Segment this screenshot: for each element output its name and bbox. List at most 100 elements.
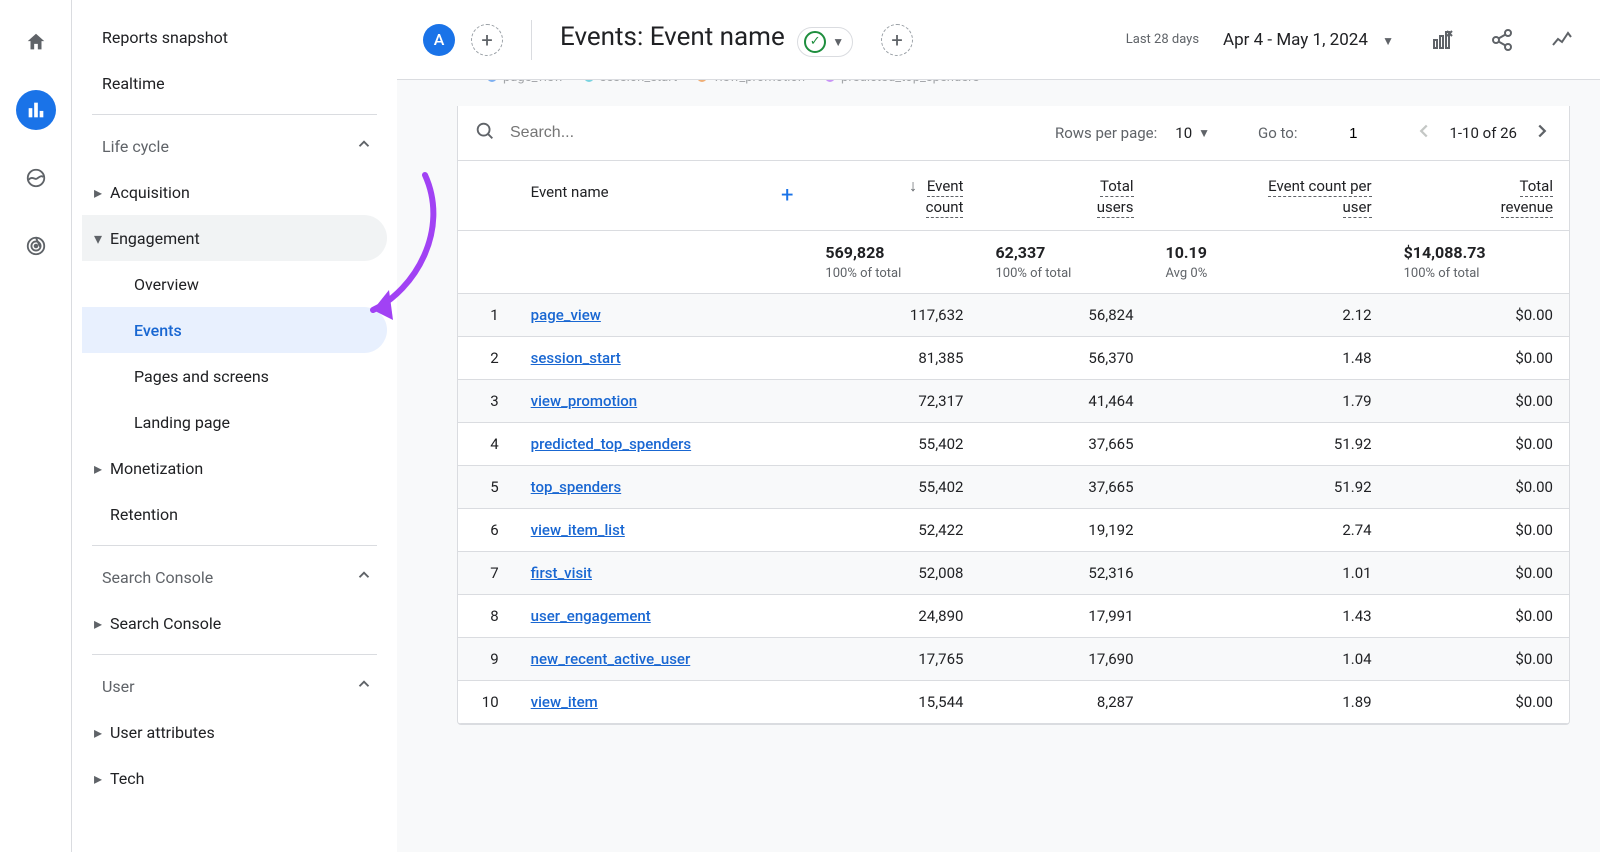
row-index: 7 (458, 552, 515, 595)
table-row: 7first_visit52,00852,3161.01$0.00 (458, 552, 1569, 595)
table-row: 6view_item_list52,42219,1922.74$0.00 (458, 509, 1569, 552)
row-value: 17,765 (809, 638, 979, 681)
row-value: 24,890 (809, 595, 979, 638)
caret-right-icon: ▸ (86, 769, 110, 788)
page-title: Events: Event name ✓ ▼ (560, 22, 853, 57)
nav-monetization[interactable]: ▸ Monetization (82, 445, 387, 491)
legend-item[interactable]: session_start (584, 80, 678, 85)
prev-page-button[interactable] (1413, 120, 1435, 146)
customize-report-icon[interactable] (1430, 28, 1454, 52)
legend-item[interactable]: predicted_top_spenders (825, 80, 979, 85)
advertising-icon[interactable] (16, 226, 56, 266)
nav-user-attributes[interactable]: ▸ User attributes (82, 709, 387, 755)
reports-icon[interactable] (16, 90, 56, 130)
insights-icon[interactable] (1550, 28, 1574, 52)
search-icon (474, 120, 496, 146)
totals-row: 569,828100% of total 62,337100% of total… (458, 231, 1569, 294)
table-row: 2session_start81,38556,3701.48$0.00 (458, 337, 1569, 380)
row-value: $0.00 (1388, 552, 1569, 595)
pager: 1-10 of 26 (1413, 120, 1553, 146)
title-status-pill[interactable]: ✓ ▼ (797, 27, 853, 57)
nav-engagement[interactable]: ▾ Engagement (82, 215, 387, 261)
home-icon[interactable] (16, 22, 56, 62)
sort-desc-icon: ↓ (909, 176, 917, 195)
caret-down-icon: ▾ (86, 229, 110, 248)
table-row: 9new_recent_active_user17,76517,6901.04$… (458, 638, 1569, 681)
nav-reports-snapshot[interactable]: Reports snapshot (82, 14, 387, 60)
caret-right-icon: ▸ (86, 614, 110, 633)
row-name: top_spenders (515, 466, 810, 509)
nav-section-lifecycle[interactable]: Life cycle (82, 123, 387, 169)
row-name: page_view (515, 294, 810, 337)
event-link[interactable]: new_recent_active_user (531, 650, 691, 668)
row-index: 6 (458, 509, 515, 552)
table-body: 1page_view117,63256,8242.12$0.002session… (458, 294, 1569, 724)
row-value: 37,665 (979, 423, 1149, 466)
nav-engagement-overview[interactable]: Overview (82, 261, 387, 307)
dimension-header[interactable]: Event name + (515, 161, 810, 231)
events-table: Event name + ↓ Eventcount Totalusers Eve… (458, 160, 1569, 724)
goto-input[interactable] (1311, 124, 1359, 143)
date-range-picker[interactable]: Apr 4 - May 1, 2024 ▼ (1223, 30, 1394, 50)
event-link[interactable]: top_spenders (531, 478, 622, 496)
nav-section-search-console[interactable]: Search Console (82, 554, 387, 600)
event-link[interactable]: first_visit (531, 564, 592, 582)
nav-search-console[interactable]: ▸ Search Console (82, 600, 387, 646)
legend-item[interactable]: page_view (487, 80, 564, 85)
row-value: 17,991 (979, 595, 1149, 638)
rows-per-page-select[interactable]: 10 ▼ (1171, 124, 1214, 142)
explore-icon[interactable] (16, 158, 56, 198)
chart-legend: page_view session_start view_promotion pred… (457, 80, 1570, 87)
caret-right-icon: ▸ (86, 723, 110, 742)
main: A + Events: Event name ✓ ▼ + Last 28 day… (397, 0, 1600, 852)
event-link[interactable]: view_promotion (531, 392, 637, 410)
nav-engagement-landing[interactable]: Landing page (82, 399, 387, 445)
check-circle-icon: ✓ (804, 31, 826, 53)
legend-dot-icon (584, 80, 594, 82)
chevron-down-icon: ▼ (832, 35, 844, 49)
event-link[interactable]: session_start (531, 349, 621, 367)
metric-header-total-users[interactable]: Totalusers (979, 161, 1149, 231)
legend-item[interactable]: view_promotion (697, 80, 805, 85)
nav-section-user[interactable]: User (82, 663, 387, 709)
legend-dot-icon (697, 80, 707, 82)
nav-tech[interactable]: ▸ Tech (82, 755, 387, 801)
event-link[interactable]: user_engagement (531, 607, 651, 625)
legend-dot-icon (487, 80, 497, 82)
goto-label: Go to: (1258, 124, 1297, 142)
event-link[interactable]: view_item (531, 693, 598, 711)
event-link[interactable]: view_item_list (531, 521, 625, 539)
rows-per-page-label: Rows per page: (1055, 124, 1157, 142)
add-comparison-button[interactable]: + (881, 24, 913, 56)
row-value: 52,316 (979, 552, 1149, 595)
row-value: 19,192 (979, 509, 1149, 552)
event-link[interactable]: predicted_top_spenders (531, 435, 691, 453)
add-dimension-icon[interactable]: + (781, 183, 793, 208)
nav-engagement-pages[interactable]: Pages and screens (82, 353, 387, 399)
segment-chip[interactable]: A (423, 24, 455, 56)
search-input[interactable] (508, 123, 808, 143)
row-value: 1.04 (1150, 638, 1388, 681)
caret-right-icon: ▸ (86, 459, 110, 478)
nav-retention[interactable]: Retention (82, 491, 387, 537)
row-value: $0.00 (1388, 638, 1569, 681)
next-page-button[interactable] (1531, 120, 1553, 146)
chevron-up-icon (355, 566, 373, 588)
nav-acquisition[interactable]: ▸ Acquisition (82, 169, 387, 215)
metric-header-event-count[interactable]: ↓ Eventcount (809, 161, 979, 231)
metric-header-event-count-per-user[interactable]: Event count peruser (1150, 161, 1388, 231)
nav-realtime[interactable]: Realtime (82, 60, 387, 106)
row-value: $0.00 (1388, 294, 1569, 337)
add-segment-button[interactable]: + (471, 24, 503, 56)
legend-dot-icon (825, 80, 835, 82)
row-value: $0.00 (1388, 337, 1569, 380)
page-range: 1-10 of 26 (1449, 124, 1517, 142)
nav-engagement-events[interactable]: Events (82, 307, 387, 353)
event-link[interactable]: page_view (531, 306, 601, 324)
row-value: 117,632 (809, 294, 979, 337)
table-row: 3view_promotion72,31741,4641.79$0.00 (458, 380, 1569, 423)
metric-header-total-revenue[interactable]: Totalrevenue (1388, 161, 1569, 231)
share-icon[interactable] (1490, 28, 1514, 52)
row-value: 2.74 (1150, 509, 1388, 552)
row-index: 1 (458, 294, 515, 337)
